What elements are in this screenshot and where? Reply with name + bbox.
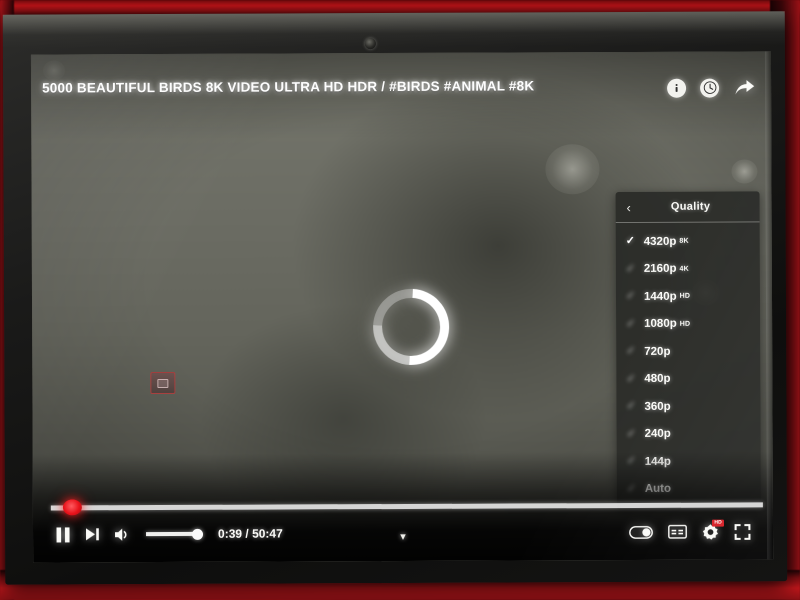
player-controls-right: HD bbox=[629, 519, 773, 541]
laptop-bezel: 5000 BEAUTIFUL BIRDS 8K VIDEO ULTRA HD H… bbox=[2, 11, 788, 585]
fullscreen-button[interactable] bbox=[734, 523, 751, 540]
loading-spinner bbox=[357, 273, 465, 381]
quality-option-label: 2160p bbox=[643, 263, 677, 276]
video-thumbnail-badge bbox=[150, 371, 176, 395]
volume-slider[interactable] bbox=[146, 528, 204, 540]
video-title: 5000 BEAUTIFUL BIRDS 8K VIDEO ULTRA HD H… bbox=[42, 78, 535, 96]
quality-menu-header: ‹ Quality bbox=[615, 191, 760, 224]
time-display: 0:39 / 50:47 bbox=[217, 526, 283, 541]
watch-later-icon[interactable] bbox=[700, 78, 720, 98]
check-icon-placeholder: ✓ bbox=[625, 290, 636, 303]
volume-icon[interactable] bbox=[114, 527, 130, 542]
quality-option-label: 1440p bbox=[643, 290, 677, 303]
check-icon-placeholder: ✓ bbox=[626, 372, 636, 385]
quality-option-label: 4320p bbox=[643, 235, 677, 248]
settings-quality-badge: HD bbox=[712, 519, 724, 527]
check-icon-placeholder: ✓ bbox=[626, 345, 636, 358]
back-chevron-icon[interactable]: ‹ bbox=[616, 199, 642, 214]
quality-option-label: 360p bbox=[644, 400, 671, 413]
check-icon-placeholder: ✓ bbox=[626, 400, 636, 413]
quality-option-label: 240p bbox=[644, 428, 671, 441]
quality-option-1440p[interactable]: ✓ 1440p HD bbox=[616, 282, 760, 310]
progress-scrubber-handle[interactable] bbox=[62, 499, 82, 516]
quality-option-240p[interactable]: ✓ 240p bbox=[617, 420, 761, 448]
photo-scene: 5000 BEAUTIFUL BIRDS 8K VIDEO ULTRA HD H… bbox=[0, 0, 800, 600]
quality-option-label: 1080p bbox=[644, 318, 677, 331]
check-icon-placeholder: ✓ bbox=[626, 427, 636, 440]
webcam-icon bbox=[364, 38, 376, 50]
autoplay-toggle[interactable] bbox=[629, 525, 653, 539]
quality-option-720p[interactable]: ✓ 720p bbox=[616, 337, 760, 365]
next-video-button[interactable] bbox=[85, 527, 100, 541]
volume-slider-handle[interactable] bbox=[192, 528, 204, 540]
quality-option-2160p[interactable]: ✓ 2160p 4K bbox=[616, 255, 760, 283]
video-player[interactable]: 5000 BEAUTIFUL BIRDS 8K VIDEO ULTRA HD H… bbox=[30, 51, 774, 563]
pause-button[interactable] bbox=[55, 526, 71, 543]
quality-option-label: 480p bbox=[644, 373, 671, 386]
top-action-bar bbox=[667, 77, 755, 98]
player-controls-left: 0:39 / 50:47 bbox=[33, 525, 283, 543]
player-control-bar: 0:39 / 50:47 HD bbox=[33, 515, 773, 550]
info-icon[interactable] bbox=[667, 78, 687, 98]
quality-option-badge: HD bbox=[679, 320, 691, 328]
quality-option-badge: 4K bbox=[679, 265, 689, 273]
quality-option-label: 720p bbox=[644, 345, 671, 358]
settings-button[interactable]: HD bbox=[702, 519, 724, 540]
top-gradient bbox=[30, 51, 772, 141]
quality-option-4320p[interactable]: ✓ 4320p 8K bbox=[616, 227, 760, 255]
check-icon-placeholder: ✓ bbox=[625, 262, 636, 275]
quality-menu-title: Quality bbox=[670, 200, 711, 213]
check-icon: ✓ bbox=[625, 235, 635, 248]
quality-option-1080p[interactable]: ✓ 1080p HD bbox=[616, 310, 760, 338]
check-icon-placeholder: ✓ bbox=[626, 317, 636, 330]
share-icon[interactable] bbox=[733, 77, 755, 97]
bezel-glare bbox=[2, 11, 785, 49]
quality-option-badge: HD bbox=[679, 292, 691, 301]
quality-option-480p[interactable]: ✓ 480p bbox=[616, 365, 760, 393]
quality-option-360p[interactable]: ✓ 360p bbox=[616, 392, 760, 420]
quality-option-badge: 8K bbox=[679, 237, 689, 246]
subtitles-cc-button[interactable] bbox=[668, 524, 687, 539]
